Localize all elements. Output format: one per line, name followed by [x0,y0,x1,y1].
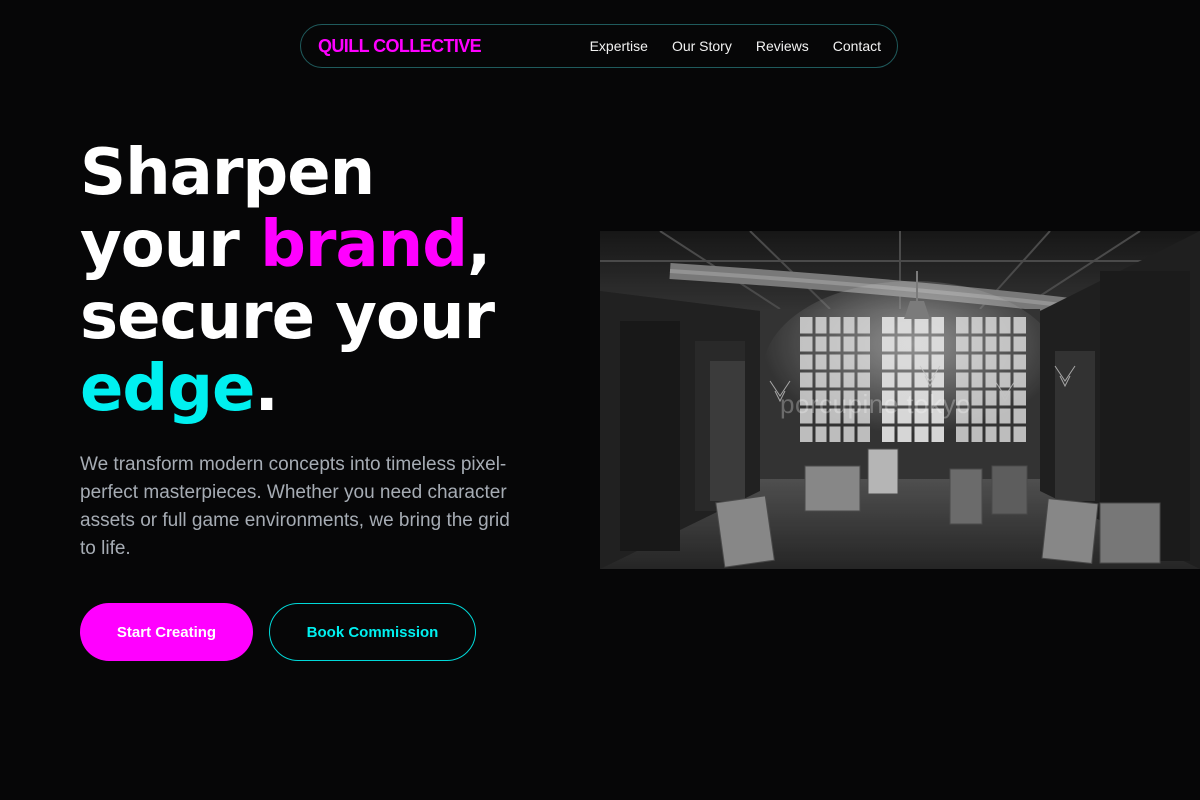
headline-accent-brand: brand [260,208,468,282]
nav-link-contact[interactable]: Contact [833,38,881,54]
brand-logo[interactable]: QUILL COLLECTIVE [318,36,482,57]
headline-line-2-end: , [467,208,491,282]
headline-line-3: secure your [80,280,495,354]
hero-subtext: We transform modern concepts into timele… [80,454,510,559]
headline-line-4-end: . [254,352,278,426]
nav-link-our-story[interactable]: Our Story [672,38,732,54]
book-commission-button[interactable]: Book Commission [269,603,476,661]
nav-link-expertise[interactable]: Expertise [590,38,648,54]
start-creating-button[interactable]: Start Creating [80,603,253,661]
headline-accent-edge: edge [80,352,255,426]
studio-photo: porcupine tokyo [600,231,1200,569]
image-watermark: porcupine tokyo [780,389,972,419]
hero-headline: Sharpen your brand, secure your edge. [80,136,495,426]
nav-links: Expertise Our Story Reviews Contact [590,38,881,54]
page: QUILL COLLECTIVE Expertise Our Story Rev… [0,0,1200,800]
headline-line-2-start: your [80,208,261,282]
nav-link-reviews[interactable]: Reviews [756,38,809,54]
top-nav: QUILL COLLECTIVE Expertise Our Story Rev… [300,24,898,68]
headline-line-1: Sharpen [80,136,375,210]
